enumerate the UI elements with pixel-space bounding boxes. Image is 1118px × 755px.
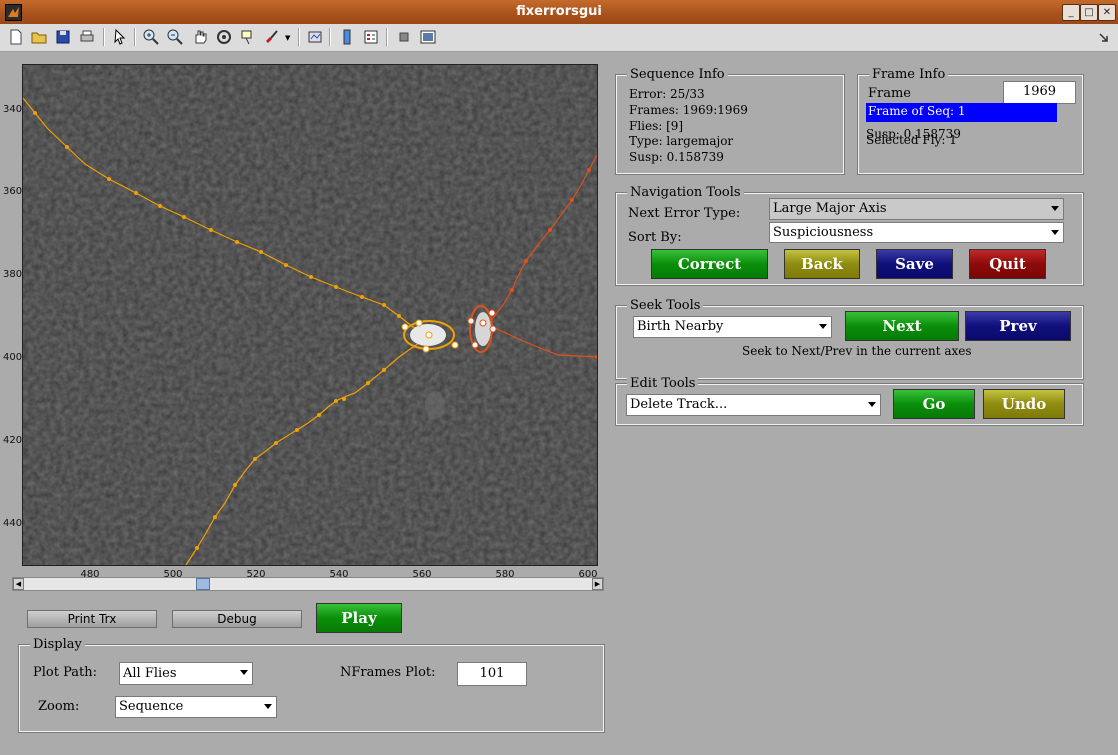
brush-dropdown-arrow-icon[interactable]: ▼ [285,34,290,42]
tracking-overlay[interactable] [23,65,597,565]
close-button[interactable]: ✕ [1098,4,1116,21]
hide-plot-tools-icon[interactable] [394,27,414,47]
chevron-down-icon [1051,230,1059,235]
edit-action-dropdown[interactable]: Delete Track... [626,394,881,416]
print-trx-button[interactable]: Print Trx [27,610,157,628]
frame-number-input[interactable]: 1969 [1003,81,1076,104]
y-tick-label: 380 [3,269,23,280]
go-button[interactable]: Go [893,389,975,419]
link-plot-icon[interactable] [305,27,325,47]
sort-by-value: Suspiciousness [773,225,874,240]
zoom-in-icon[interactable] [141,27,161,47]
plot-path-value: All Flies [123,666,177,681]
next-error-type-dropdown[interactable]: Large Major Axis [769,198,1064,220]
next-error-type-label: Next Error Type: [628,206,741,221]
rotate-3d-icon[interactable] [214,27,234,47]
quit-button[interactable]: Quit [969,249,1046,279]
slider-left-arrow-icon[interactable]: ◀ [13,578,24,590]
edit-action-value: Delete Track... [630,397,728,412]
edit-tools-panel: Edit Tools Delete Track... Go Undo [615,376,1084,426]
y-tick-label: 340 [3,104,23,115]
sequence-error-text: Error: 25/33 [629,87,705,101]
display-panel-title: Display [30,637,85,652]
display-panel: Display Plot Path: All Flies NFrames Plo… [18,637,605,733]
print-icon[interactable] [77,27,97,47]
undo-button[interactable]: Undo [983,389,1065,419]
slider-right-arrow-icon[interactable]: ▶ [592,578,603,590]
back-button[interactable]: Back [784,249,860,279]
open-folder-icon[interactable] [29,27,49,47]
navigation-tools-title: Navigation Tools [627,185,744,200]
sequence-frames-text: Frames: 1969:1969 [629,103,748,117]
sequence-info-panel: Sequence Info Error: 25/33 Frames: 1969:… [615,67,845,175]
y-tick-label: 400 [3,352,23,363]
play-button[interactable]: Play [316,603,402,633]
chevron-down-icon [868,402,876,407]
correct-button[interactable]: Correct [651,249,768,279]
frame-of-seq-text: Frame of Seq: 1 [866,103,1057,122]
save-button[interactable]: Save [876,249,953,279]
slider-thumb[interactable] [196,578,210,590]
frame-info-panel: Frame Info Frame 1969 Susp: 0.158739 Fra… [857,67,1084,175]
y-tick-label: 440 [3,518,23,529]
video-frame-axes[interactable] [22,64,598,566]
colorbar-icon[interactable] [337,27,357,47]
seek-hint-text: Seek to Next/Prev in the current axes [742,344,972,358]
figure-toolbar: ▼ [0,24,1118,52]
maximize-button[interactable]: □ [1080,4,1098,21]
sequence-flies-text: Flies: [9] [629,119,684,133]
plot-path-dropdown[interactable]: All Flies [119,662,253,685]
sequence-type-text: Type: largemajor [629,134,734,148]
zoom-label: Zoom: [38,699,80,714]
brush-icon[interactable] [262,27,282,47]
navigation-tools-panel: Navigation Tools Next Error Type: Large … [615,185,1084,286]
next-error-type-value: Large Major Axis [773,201,887,216]
sort-by-dropdown[interactable]: Suspiciousness [769,222,1064,243]
pan-hand-icon[interactable] [190,27,210,47]
pointer-icon[interactable] [110,27,130,47]
next-button[interactable]: Next [845,311,959,341]
sequence-info-title: Sequence Info [627,67,728,82]
window-title: fixerrorsgui [516,4,602,19]
title-bar[interactable]: fixerrorsgui _ □ ✕ [0,0,1118,24]
nframes-plot-label: NFrames Plot: [340,665,436,680]
data-cursor-icon[interactable] [238,27,258,47]
seek-mode-dropdown[interactable]: Birth Nearby [633,316,832,338]
zoom-dropdown[interactable]: Sequence [115,696,277,718]
zoom-value: Sequence [119,699,184,714]
nframes-plot-input[interactable]: 101 [457,662,527,686]
prev-button[interactable]: Prev [965,311,1071,341]
chevron-down-icon [240,670,248,675]
new-file-icon[interactable] [6,27,26,47]
dock-arrow-icon[interactable] [1094,27,1114,47]
plot-path-label: Plot Path: [33,665,97,680]
frame-label: Frame [868,86,912,101]
chevron-down-icon [264,704,272,709]
y-tick-label: 360 [3,186,23,197]
y-tick-label: 420 [3,435,23,446]
chevron-down-icon [1051,206,1059,211]
edit-tools-title: Edit Tools [627,376,699,391]
zoom-out-icon[interactable] [165,27,185,47]
save-icon[interactable] [53,27,73,47]
frame-info-title: Frame Info [869,67,949,82]
sort-by-label: Sort By: [628,230,682,245]
seek-tools-panel: Seek Tools Birth Nearby Next Prev Seek t… [615,298,1084,380]
show-plot-tools-icon[interactable] [418,27,438,47]
seek-tools-title: Seek Tools [627,298,704,313]
seek-mode-value: Birth Nearby [637,319,724,334]
selected-fly-text: Selected Fly: 1 [866,133,957,147]
chevron-down-icon [819,324,827,329]
debug-button[interactable]: Debug [172,610,302,628]
sequence-susp-text: Susp: 0.158739 [629,150,724,164]
frame-slider[interactable]: ◀ ▶ [12,577,604,591]
legend-icon[interactable] [361,27,381,47]
minimize-button[interactable]: _ [1062,4,1080,21]
